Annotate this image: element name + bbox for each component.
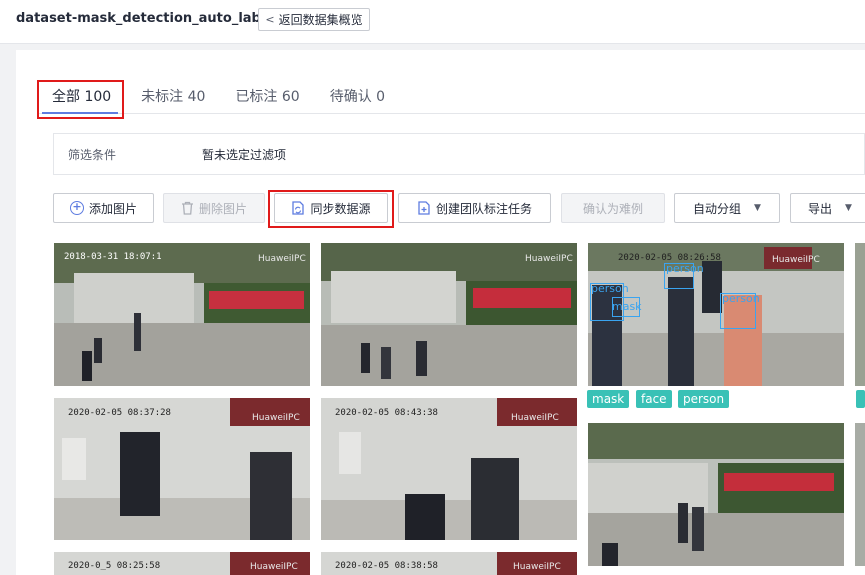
camera-watermark: HuaweiIPC [772,255,820,265]
image-timestamp: 2020-0_5 08:25:58 [68,561,161,571]
detection-label: mask [612,300,642,313]
export-dropdown[interactable]: 导出 ▼ [790,193,865,223]
detection-label: person [591,282,629,295]
back-button-label: 返回数据集概览 [278,13,363,27]
tab-unlabeled[interactable]: 未标注 40 [141,84,205,114]
scene-image [855,243,865,386]
image-thumbnail[interactable]: 2020-02-05 08:43:38 HuaweiIPC [321,398,577,540]
image-thumbnail[interactable]: 2020-0_5 08:25:58 HuaweiIPC [54,552,310,575]
image-thumbnail[interactable]: 2020-02-05 08:38:58 HuaweiIPC [321,552,577,575]
image-timestamp: 2020-02-05 08:37:28 [68,408,171,418]
label-tag: mask [587,390,630,408]
add-document-icon [418,201,430,215]
scene-image [321,243,577,386]
auto-group-dropdown[interactable]: 自动分组 ▼ [674,193,780,223]
filter-value: 暂未选定过滤项 [202,148,287,162]
image-timestamp: 2020-02-05 08:38:58 [335,561,438,571]
camera-watermark: HuaweiIPC [258,254,306,264]
tab-labeled[interactable]: 已标注 60 [235,84,299,114]
camera-watermark: HuaweiIPC [252,413,300,423]
auto-group-label: 自动分组 [693,201,742,216]
image-thumbnail[interactable]: 2020-02-05 08:37:28 HuaweiIPC [54,398,310,540]
delete-image-button[interactable]: 删除图片 [163,193,265,223]
caret-down-icon: ▼ [845,203,852,213]
detection-label: person [666,262,704,275]
image-thumbnail[interactable]: 2018-03-31 18:07:1 HuaweiIPC [54,243,310,386]
create-team-task-label: 创建团队标注任务 [435,201,532,216]
top-bar: dataset-mask_detection_auto_labeling < 返… [0,0,865,44]
add-image-button[interactable]: + 添加图片 [53,193,154,223]
plus-circle-icon: + [69,201,84,215]
chevron-left-icon: < [265,13,275,26]
image-timestamp: 2020-02-05 08:43:38 [335,408,438,418]
delete-image-label: 删除图片 [198,201,247,216]
filter-label: 筛选条件 [68,148,117,162]
camera-watermark: HuaweiIPC [513,562,561,572]
label-tag: person [678,390,730,408]
scene-image [588,423,844,566]
filter-row: 筛选条件 暂未选定过滤项 [53,133,865,175]
image-thumbnail[interactable]: 2020-02-05 08:26:58 HuaweiIPC person per… [588,243,844,386]
active-tab-indicator [42,112,118,114]
camera-watermark: HuaweiIPC [250,562,298,572]
add-image-label: 添加图片 [88,201,137,216]
caret-down-icon: ▼ [754,203,761,213]
sync-document-icon [292,201,305,215]
status-tabs: 全部 100 未标注 40 已标注 60 待确认 0 [38,84,415,114]
export-label: 导出 [808,201,833,216]
trash-icon [181,201,193,215]
tab-all[interactable]: 全部 100 [52,84,111,114]
scene-image [54,243,310,386]
scene-image [855,423,865,566]
dataset-title: dataset-mask_detection_auto_labeling [16,11,298,26]
create-team-labeling-task-button[interactable]: 创建团队标注任务 [398,193,551,223]
confirm-hard-example-label: 确认为难例 [582,201,643,216]
label-tag: face [636,390,672,408]
camera-watermark: HuaweiIPC [525,254,573,264]
detection-label: person [722,292,760,305]
sync-datasource-label: 同步数据源 [310,201,371,216]
image-thumbnail[interactable] [855,243,865,386]
label-tag-partial [856,390,865,408]
sync-datasource-button[interactable]: 同步数据源 [274,193,388,223]
back-to-overview-button[interactable]: < 返回数据集概览 [258,8,370,31]
confirm-hard-example-button[interactable]: 确认为难例 [561,193,665,223]
camera-watermark: HuaweiIPC [511,413,559,423]
image-thumbnail[interactable] [855,423,865,566]
image-thumbnail[interactable] [588,423,844,566]
image-thumbnail[interactable]: HuaweiIPC [321,243,577,386]
tab-pending-confirm[interactable]: 待确认 0 [330,84,385,114]
tabs-divider [38,113,865,114]
image-timestamp: 2018-03-31 18:07:1 [64,252,162,262]
